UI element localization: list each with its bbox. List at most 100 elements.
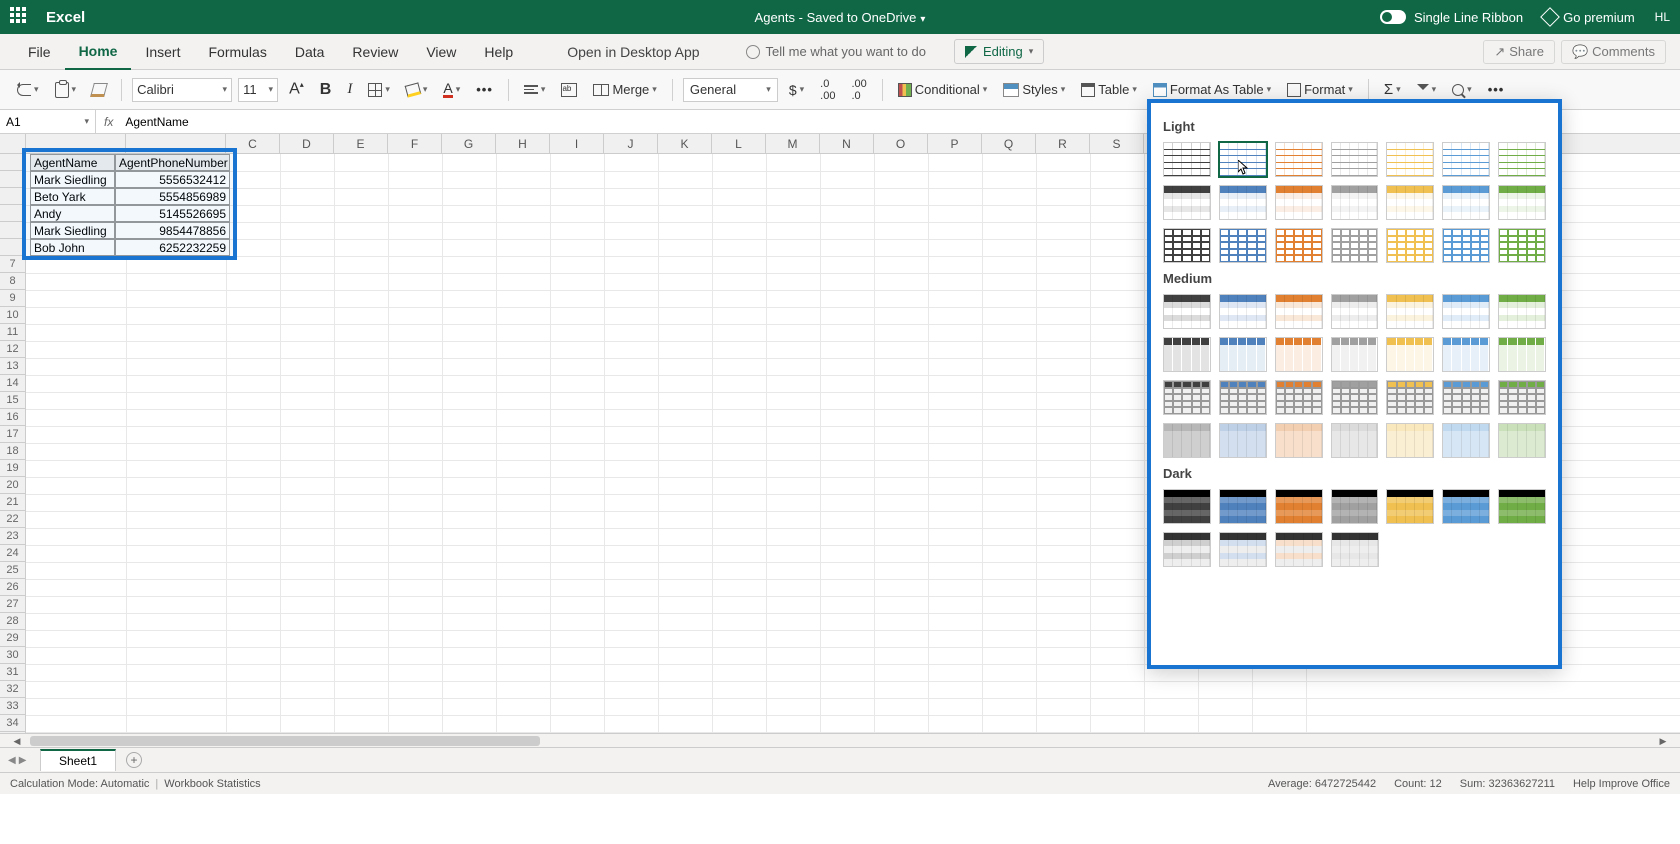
- sheet-tab[interactable]: Sheet1: [40, 749, 116, 771]
- row-header[interactable]: 23: [0, 528, 25, 545]
- table-style-option[interactable]: [1442, 337, 1490, 372]
- table-style-option[interactable]: [1219, 228, 1267, 263]
- column-header[interactable]: L: [712, 134, 766, 153]
- column-header[interactable]: Q: [982, 134, 1036, 153]
- table-style-option[interactable]: [1331, 142, 1379, 177]
- table-style-option[interactable]: [1386, 337, 1434, 372]
- format-painter-button[interactable]: [87, 80, 111, 100]
- table-style-option[interactable]: [1219, 423, 1267, 458]
- row-header[interactable]: 11: [0, 324, 25, 341]
- column-header[interactable]: R: [1036, 134, 1090, 153]
- add-sheet-button[interactable]: +: [126, 752, 142, 768]
- calc-mode-label[interactable]: Calculation Mode: Automatic: [10, 778, 149, 790]
- table-style-option[interactable]: [1331, 185, 1379, 220]
- italic-button[interactable]: I: [342, 78, 357, 101]
- tell-me-search[interactable]: Tell me what you want to do: [746, 44, 926, 59]
- column-header[interactable]: N: [820, 134, 874, 153]
- table-style-option[interactable]: [1386, 489, 1434, 524]
- table-header-cell[interactable]: AgentPhoneNumber: [115, 154, 230, 171]
- share-button[interactable]: ↗Share: [1483, 40, 1555, 64]
- scroll-thumb[interactable]: [30, 736, 540, 746]
- table-style-option[interactable]: [1219, 337, 1267, 372]
- table-style-option[interactable]: [1163, 380, 1211, 415]
- column-header[interactable]: G: [442, 134, 496, 153]
- table-data-cell[interactable]: Mark Siedling: [30, 171, 115, 188]
- increase-font-button[interactable]: A▴: [284, 77, 309, 101]
- row-header[interactable]: 19: [0, 460, 25, 477]
- table-data-cell[interactable]: 5554856989: [115, 188, 230, 205]
- tab-file[interactable]: File: [14, 34, 65, 70]
- column-header[interactable]: I: [550, 134, 604, 153]
- tab-insert[interactable]: Insert: [131, 34, 194, 70]
- row-header[interactable]: 14: [0, 375, 25, 392]
- table-style-option[interactable]: [1442, 380, 1490, 415]
- decrease-decimal-button[interactable]: .0.00: [815, 75, 840, 105]
- table-style-option[interactable]: [1163, 294, 1211, 329]
- tab-review[interactable]: Review: [338, 34, 412, 70]
- row-header[interactable]: 10: [0, 307, 25, 324]
- single-line-ribbon-toggle[interactable]: Single Line Ribbon: [1380, 10, 1523, 25]
- row-header[interactable]: 7: [0, 256, 25, 273]
- name-box[interactable]: A1▾: [0, 110, 96, 133]
- table-style-option[interactable]: [1386, 142, 1434, 177]
- table-style-option[interactable]: [1498, 228, 1546, 263]
- more-button[interactable]: •••: [1483, 79, 1510, 100]
- column-header[interactable]: S: [1090, 134, 1144, 153]
- row-header[interactable]: 22: [0, 511, 25, 528]
- table-style-option[interactable]: [1275, 228, 1323, 263]
- row-header[interactable]: 27: [0, 596, 25, 613]
- tab-help[interactable]: Help: [470, 34, 527, 70]
- row-header[interactable]: 12: [0, 341, 25, 358]
- table-data-cell[interactable]: 9854478856: [115, 222, 230, 239]
- table-style-option[interactable]: [1331, 423, 1379, 458]
- scroll-left-arrow[interactable]: ◀: [10, 734, 24, 748]
- row-header[interactable]: 24: [0, 545, 25, 562]
- table-style-option[interactable]: [1275, 380, 1323, 415]
- undo-button[interactable]: ▾: [12, 81, 44, 99]
- row-header[interactable]: 20: [0, 477, 25, 494]
- table-style-option[interactable]: [1331, 294, 1379, 329]
- table-style-option[interactable]: [1163, 423, 1211, 458]
- open-in-desktop-button[interactable]: Open in Desktop App: [553, 34, 713, 70]
- font-color-button[interactable]: A▾: [438, 79, 465, 101]
- row-header[interactable]: [0, 205, 25, 222]
- number-format-select[interactable]: General▾: [683, 78, 778, 102]
- tab-view[interactable]: View: [412, 34, 470, 70]
- table-style-option[interactable]: [1498, 337, 1546, 372]
- bold-button[interactable]: B: [315, 78, 337, 102]
- column-header[interactable]: M: [766, 134, 820, 153]
- row-header[interactable]: 29: [0, 630, 25, 647]
- table-data-cell[interactable]: Bob John: [30, 239, 115, 256]
- column-header[interactable]: F: [388, 134, 442, 153]
- table-style-option[interactable]: [1275, 185, 1323, 220]
- format-button[interactable]: Format▾: [1282, 79, 1358, 100]
- row-header[interactable]: 34: [0, 715, 25, 732]
- table-data-cell[interactable]: 6252232259: [115, 239, 230, 256]
- sheet-scroll-buttons[interactable]: ◀▶: [8, 755, 26, 766]
- select-all-corner[interactable]: [0, 134, 26, 154]
- column-header[interactable]: D: [280, 134, 334, 153]
- table-style-option[interactable]: [1442, 489, 1490, 524]
- workbook-stats-label[interactable]: Workbook Statistics: [164, 778, 260, 790]
- increase-decimal-button[interactable]: .00.0: [846, 75, 871, 105]
- tab-data[interactable]: Data: [281, 34, 339, 70]
- table-style-option[interactable]: [1219, 185, 1267, 220]
- table-style-option[interactable]: [1219, 380, 1267, 415]
- row-header[interactable]: 18: [0, 443, 25, 460]
- scroll-right-arrow[interactable]: ▶: [1656, 734, 1670, 748]
- more-font-button[interactable]: •••: [471, 79, 498, 100]
- table-style-option[interactable]: [1498, 489, 1546, 524]
- row-header[interactable]: 32: [0, 681, 25, 698]
- table-data-cell[interactable]: 5556532412: [115, 171, 230, 188]
- table-style-option[interactable]: [1219, 294, 1267, 329]
- row-header[interactable]: 21: [0, 494, 25, 511]
- table-style-option[interactable]: [1275, 142, 1323, 177]
- table-style-option[interactable]: [1386, 423, 1434, 458]
- table-style-option[interactable]: [1442, 294, 1490, 329]
- table-style-option[interactable]: [1219, 142, 1267, 177]
- table-style-option[interactable]: [1331, 532, 1379, 567]
- row-header[interactable]: [0, 239, 25, 256]
- row-header[interactable]: 26: [0, 579, 25, 596]
- row-header[interactable]: [0, 222, 25, 239]
- table-style-option[interactable]: [1163, 489, 1211, 524]
